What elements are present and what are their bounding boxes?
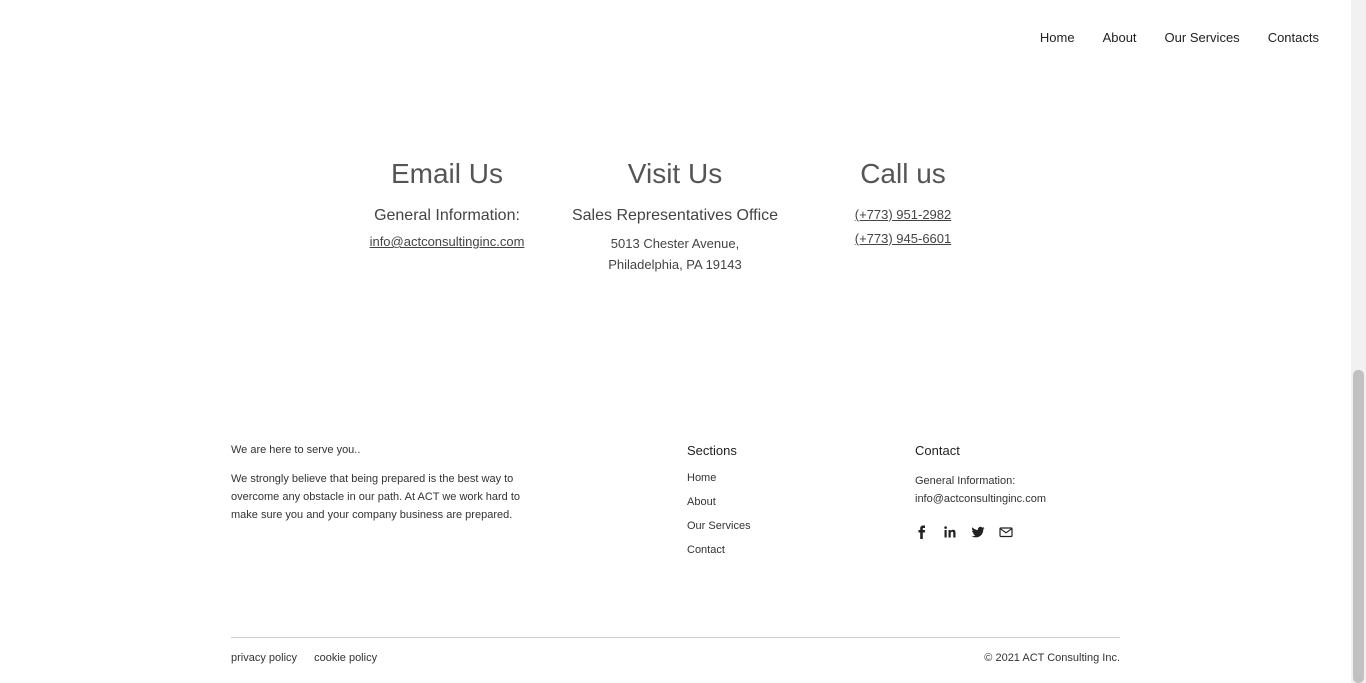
footer-tagline: We are here to serve you.. [231, 444, 361, 456]
email-us-title: Email Us [390, 158, 503, 189]
phone-link-2[interactable]: (+773) 945-6601 [855, 231, 952, 246]
facebook-icon[interactable] [915, 525, 929, 539]
visit-us-subtitle: Sales Representatives Office [571, 207, 779, 224]
nav-contacts[interactable]: Contacts [1268, 30, 1319, 45]
cookie-policy-link[interactable]: cookie policy [314, 652, 377, 664]
contact-heading: Contact [915, 443, 960, 458]
address-line-2: Philadelphia, PA 19143 [608, 257, 742, 272]
footer-link-contact[interactable]: Contact [687, 544, 751, 556]
address-line-1: 5013 Chester Avenue, [610, 236, 740, 251]
visit-us-column: Visit Us Sales Representatives Office 50… [545, 155, 805, 275]
contact-email[interactable]: info@actconsultinginc.com [915, 490, 1046, 508]
main-nav: Home About Our Services Contacts [1040, 30, 1319, 45]
copyright-text: © 2021 ACT Consulting Inc. [984, 652, 1120, 664]
visit-us-title: Visit Us [627, 158, 723, 189]
email-link[interactable]: info@actconsultinginc.com [370, 234, 525, 249]
phone-link-1[interactable]: (+773) 951-2982 [855, 207, 952, 222]
footer-paragraph: We strongly believe that being prepared … [231, 473, 521, 521]
footer-about: We are here to serve you.. We strongly b… [231, 444, 521, 524]
linkedin-icon[interactable] [943, 525, 957, 539]
footer-sections: Sections Home About Our Services Contact [687, 443, 751, 568]
privacy-policy-link[interactable]: privacy policy [231, 652, 297, 664]
nav-about[interactable]: About [1103, 30, 1137, 45]
footer-divider [231, 637, 1120, 638]
email-us-column: Email Us General Information: info@actco… [317, 155, 577, 249]
twitter-icon[interactable] [971, 525, 985, 539]
mail-icon[interactable] [999, 525, 1013, 539]
nav-our-services[interactable]: Our Services [1165, 30, 1240, 45]
footer-bottom: privacy policy cookie policy © 2021 ACT … [231, 652, 1120, 664]
scrollbar-thumb[interactable] [1353, 370, 1364, 683]
call-us-column: Call us (+773) 951-2982 (+773) 945-6601 [773, 155, 1033, 246]
office-address: 5013 Chester Avenue, Philadelphia, PA 19… [545, 233, 805, 275]
footer-link-our-services[interactable]: Our Services [687, 520, 751, 532]
footer-contact: Contact General Information: info@actcon… [915, 443, 1046, 539]
email-us-subtitle: General Information: [374, 207, 520, 224]
nav-home[interactable]: Home [1040, 30, 1075, 45]
footer-link-home[interactable]: Home [687, 472, 751, 484]
social-links [915, 525, 1046, 539]
footer-link-about[interactable]: About [687, 496, 751, 508]
page-scrollbar[interactable] [1351, 0, 1366, 683]
sections-heading: Sections [687, 443, 737, 458]
contact-label: General Information: [915, 475, 1016, 487]
call-us-title: Call us [860, 158, 946, 189]
